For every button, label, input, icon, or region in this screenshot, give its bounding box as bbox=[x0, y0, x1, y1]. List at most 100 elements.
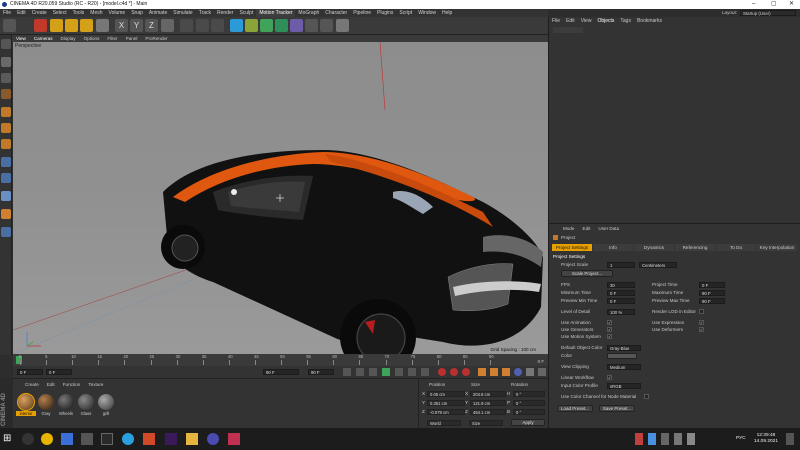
previous-frame-icon[interactable] bbox=[369, 368, 377, 376]
next-frame-icon[interactable] bbox=[395, 368, 403, 376]
start-frame-field[interactable]: 0 F bbox=[17, 369, 43, 375]
material-ball-gray[interactable] bbox=[38, 394, 54, 410]
menu-item-character[interactable]: Character bbox=[322, 9, 350, 17]
viewport-menu-cameras[interactable]: Cameras bbox=[30, 35, 57, 42]
tab-info[interactable]: Info bbox=[593, 244, 633, 251]
tab-to-do[interactable]: To Do bbox=[716, 244, 756, 251]
previous-key-icon[interactable] bbox=[356, 368, 364, 376]
object-menu-view[interactable]: View bbox=[578, 17, 595, 25]
viewport-menu-options[interactable]: Options bbox=[80, 35, 104, 42]
go-to-end-icon[interactable] bbox=[421, 368, 429, 376]
attribute-menu-mode[interactable]: Mode bbox=[559, 225, 579, 232]
recent-tool-icon[interactable] bbox=[96, 19, 109, 32]
material-menu-function[interactable]: Function bbox=[59, 381, 85, 388]
material-menu-edit[interactable]: Edit bbox=[43, 381, 59, 388]
point-level-animation-icon[interactable] bbox=[526, 368, 534, 376]
render-picture-viewer-icon[interactable] bbox=[196, 19, 209, 32]
menu-item-simulate[interactable]: Simulate bbox=[170, 9, 195, 17]
snap-icon[interactable] bbox=[1, 191, 11, 201]
menu-item-motion-tracker[interactable]: Motion Tracker bbox=[256, 9, 296, 17]
language-indicator[interactable]: РУС bbox=[736, 436, 746, 441]
record-icon[interactable] bbox=[438, 368, 446, 376]
object-menu-tags[interactable]: Tags bbox=[617, 17, 634, 25]
use-animation-checkbox[interactable]: ✓ bbox=[607, 320, 612, 325]
end-frame-field[interactable]: 90 F bbox=[308, 369, 334, 375]
chrome-icon[interactable] bbox=[41, 433, 53, 445]
menu-item-help[interactable]: Help bbox=[439, 9, 455, 17]
maximize-icon[interactable]: ▢ bbox=[771, 0, 777, 9]
model-mode-icon[interactable] bbox=[1, 57, 11, 67]
workplane-mode-icon[interactable] bbox=[1, 89, 11, 99]
render-view-icon[interactable] bbox=[180, 19, 193, 32]
keyframe-selection-icon[interactable] bbox=[462, 368, 470, 376]
rotate-icon[interactable] bbox=[80, 19, 93, 32]
linear-workflow-checkbox[interactable]: ✓ bbox=[607, 375, 612, 380]
bend-deformer-icon[interactable] bbox=[290, 19, 303, 32]
menu-item-tools[interactable]: Tools bbox=[70, 9, 88, 17]
browser-icon[interactable] bbox=[101, 433, 113, 445]
size-z-field[interactable]: 454.1 cm bbox=[470, 409, 506, 415]
clock[interactable]: 12:39:48 14.09.2021 bbox=[754, 433, 778, 445]
texture-mode-icon[interactable] bbox=[1, 73, 11, 83]
rotation-b-field[interactable]: 0 ° bbox=[513, 409, 545, 415]
menu-item-script[interactable]: Script bbox=[396, 9, 415, 17]
menu-item-mograph[interactable]: MoGraph bbox=[295, 9, 322, 17]
scale-key-icon[interactable] bbox=[490, 368, 498, 376]
parameter-key-icon[interactable] bbox=[514, 368, 522, 376]
preview-max-field[interactable]: 90 F bbox=[699, 298, 725, 304]
material-menu-create[interactable]: Create bbox=[21, 381, 43, 388]
render-settings-icon[interactable] bbox=[211, 19, 224, 32]
viewport-menu-panel[interactable]: Panel bbox=[122, 35, 142, 42]
max-time-field[interactable]: 90 F bbox=[699, 290, 725, 296]
viewport-menu-prorender[interactable]: ProRender bbox=[141, 35, 171, 42]
app-icon-1[interactable] bbox=[143, 433, 155, 445]
array-icon[interactable] bbox=[275, 19, 288, 32]
blender-icon[interactable] bbox=[81, 433, 93, 445]
menu-item-select[interactable]: Select bbox=[50, 9, 70, 17]
y-axis-icon[interactable]: Y bbox=[130, 19, 143, 32]
live-selection-icon[interactable] bbox=[34, 19, 47, 32]
planar-workplane-icon[interactable] bbox=[1, 227, 11, 237]
windows-start-icon[interactable]: ⊞ bbox=[3, 433, 15, 445]
app-icon-2[interactable] bbox=[228, 433, 240, 445]
volume-icon[interactable] bbox=[687, 433, 695, 445]
coordinate-system-icon[interactable] bbox=[161, 19, 174, 32]
next-key-icon[interactable] bbox=[408, 368, 416, 376]
position-z-field[interactable]: -0.079 cm bbox=[427, 409, 465, 415]
project-scale-field[interactable]: 1 bbox=[607, 262, 635, 268]
premiere-icon[interactable] bbox=[165, 433, 177, 445]
size-mode-select[interactable]: Size bbox=[469, 420, 503, 426]
lod-field[interactable]: 100 % bbox=[607, 309, 635, 315]
tray-icon-1[interactable] bbox=[635, 433, 643, 445]
menu-item-file[interactable]: File bbox=[0, 9, 14, 17]
polygons-mode-icon[interactable] bbox=[1, 139, 11, 149]
scale-icon[interactable] bbox=[65, 19, 78, 32]
position-y-field[interactable]: 0.351 cm bbox=[427, 400, 465, 406]
menu-item-sculpt[interactable]: Sculpt bbox=[236, 9, 256, 17]
tab-referencing[interactable]: Referencing bbox=[675, 244, 715, 251]
color-channel-checkbox[interactable] bbox=[644, 394, 649, 399]
view-clipping-select[interactable]: Medium bbox=[607, 364, 641, 370]
enable-axis-icon[interactable] bbox=[1, 157, 11, 167]
search-icon[interactable] bbox=[22, 433, 34, 445]
menu-item-plugins[interactable]: Plugins bbox=[374, 9, 396, 17]
rotation-key-icon[interactable] bbox=[502, 368, 510, 376]
network-icon[interactable] bbox=[674, 433, 682, 445]
menu-item-snap[interactable]: Snap bbox=[128, 9, 146, 17]
autokey-icon[interactable] bbox=[450, 368, 458, 376]
size-x-field[interactable]: 204.8 cm bbox=[470, 391, 506, 397]
coordinate-mode-select[interactable]: World bbox=[427, 420, 461, 426]
menu-item-create[interactable]: Create bbox=[29, 9, 50, 17]
layout-select[interactable]: Startup (User) bbox=[740, 10, 796, 16]
input-color-select[interactable]: sRGB bbox=[607, 383, 641, 389]
material-ball-wheels[interactable] bbox=[58, 394, 74, 410]
tray-icon-2[interactable] bbox=[648, 433, 656, 445]
scale-project-button[interactable]: Scale Project... bbox=[561, 270, 613, 277]
x-axis-icon[interactable]: X bbox=[115, 19, 128, 32]
attribute-menu-edit[interactable]: Edit bbox=[579, 225, 595, 232]
save-app-icon[interactable] bbox=[61, 433, 73, 445]
undo-icon[interactable] bbox=[3, 19, 16, 32]
tweak-mode-icon[interactable] bbox=[1, 173, 11, 183]
color-swatch[interactable] bbox=[607, 353, 637, 359]
move-icon[interactable] bbox=[50, 19, 63, 32]
